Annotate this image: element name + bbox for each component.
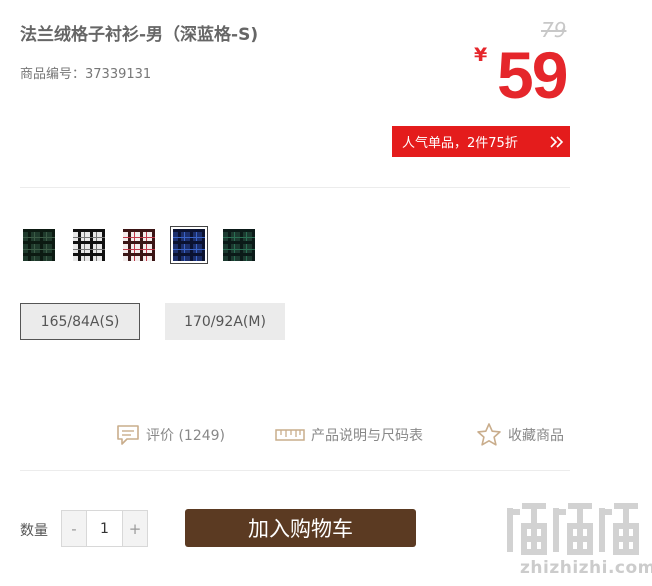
- color-swatch[interactable]: [73, 229, 105, 261]
- favorite-button[interactable]: 收藏商品: [476, 422, 564, 448]
- decrement-button[interactable]: -: [62, 511, 86, 546]
- divider: [20, 470, 570, 471]
- product-sku: 商品编号：37339131: [20, 67, 152, 82]
- increment-button[interactable]: +: [123, 511, 147, 546]
- watermark-logo-icon: [507, 503, 639, 555]
- quantity-label: 数量: [20, 523, 48, 539]
- comment-icon: [117, 425, 139, 445]
- size-option[interactable]: 165/84A(S): [20, 303, 140, 340]
- star-icon: [477, 423, 501, 446]
- add-to-cart-button[interactable]: 加入购物车: [185, 509, 416, 547]
- quantity-input[interactable]: 1: [86, 511, 123, 546]
- promo-text: 人气单品，2件75折: [402, 136, 518, 151]
- reviews-label: 评价 (1249): [146, 428, 226, 444]
- product-title: 法兰绒格子衬衫-男（深蓝格-S): [20, 25, 259, 45]
- color-swatch[interactable]: [170, 226, 208, 264]
- color-swatch[interactable]: [23, 229, 55, 261]
- size-chart-link[interactable]: 产品说明与尺码表: [275, 422, 423, 448]
- favorite-label: 收藏商品: [508, 428, 564, 444]
- watermark-text: zhizhizhi.com: [520, 558, 652, 578]
- reviews-link[interactable]: 评价 (1249): [116, 422, 225, 448]
- size-chart-label: 产品说明与尺码表: [311, 428, 423, 444]
- promo-banner[interactable]: 人气单品，2件75折: [392, 126, 570, 157]
- color-swatch[interactable]: [223, 229, 255, 261]
- ruler-icon: [275, 429, 305, 441]
- quantity-stepper: - 1 +: [61, 510, 148, 547]
- divider: [20, 187, 570, 188]
- current-price: 59: [497, 38, 568, 112]
- color-swatch[interactable]: [123, 229, 155, 261]
- size-option[interactable]: 170/92A(M): [165, 303, 285, 340]
- double-chevron-right-icon: [550, 135, 564, 148]
- currency-symbol: ¥: [474, 44, 488, 66]
